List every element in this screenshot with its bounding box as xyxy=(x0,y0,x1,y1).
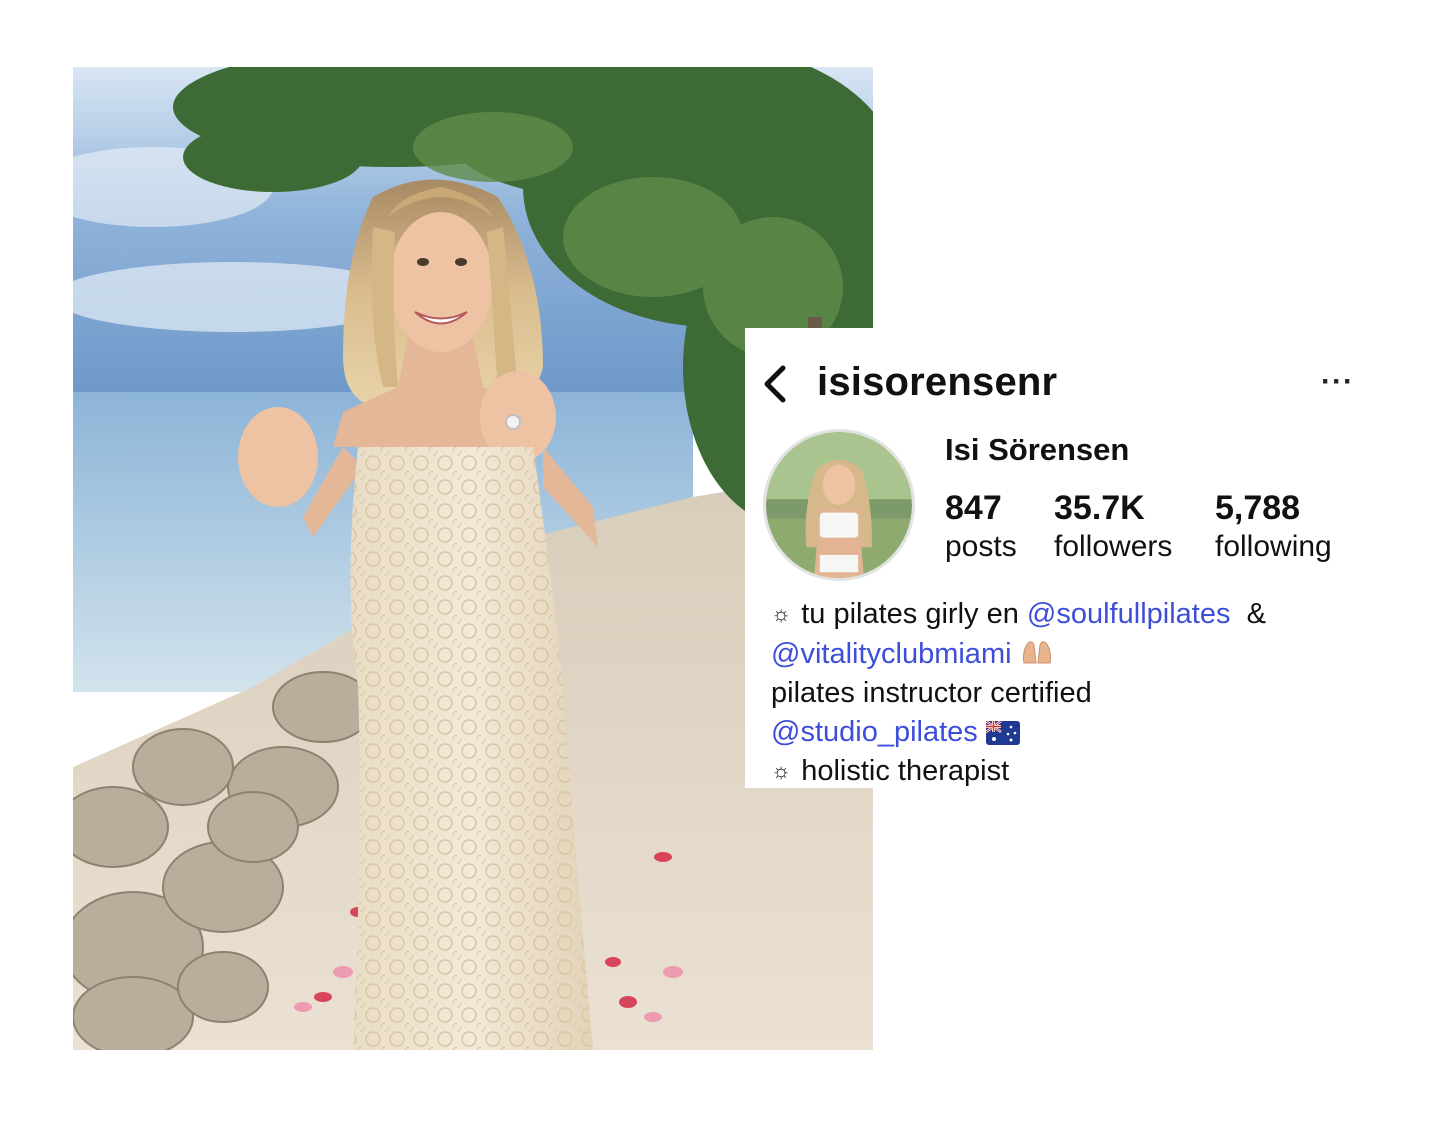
bio-line-1: ☼ tu pilates girly en @soulfullpilates & xyxy=(771,595,1361,635)
more-options-icon[interactable]: ··· xyxy=(1321,367,1354,397)
bio-line1-suffix: & xyxy=(1246,598,1266,630)
instagram-profile-card: isisorensenr ··· Isi Sörensen 847 posts … xyxy=(745,328,1365,788)
bio-line-4: @studio_pilates xyxy=(771,713,1361,752)
bio-line5-text: holistic therapist xyxy=(801,755,1010,787)
mention-soulfullpilates[interactable]: @soulfullpilates xyxy=(1027,598,1231,630)
bio-line-2: @vitalityclubmiami xyxy=(771,635,1361,674)
stat-posts-label: posts xyxy=(945,530,1017,563)
bio-line-3: pilates instructor certified xyxy=(771,677,1092,709)
mention-vitalityclubmiami[interactable]: @vitalityclubmiami xyxy=(771,638,1012,670)
stat-posts-value: 847 xyxy=(945,489,1002,527)
composite-image: isisorensenr ··· Isi Sörensen 847 posts … xyxy=(0,0,1432,1122)
stat-followers[interactable]: 35.7K followers xyxy=(1054,488,1172,566)
bio-line1-text: tu pilates girly en xyxy=(801,598,1019,630)
profile-username: isisorensenr xyxy=(817,360,1058,404)
avatar-photo xyxy=(766,432,912,578)
profile-header-bar: isisorensenr ··· xyxy=(745,328,1365,438)
stat-following[interactable]: 5,788 following xyxy=(1215,488,1332,566)
bio-line-5: ☼ holistic therapist xyxy=(771,752,1361,792)
hands-emoji-icon xyxy=(1022,641,1051,664)
profile-display-name: Isi Sörensen xyxy=(945,432,1130,467)
profile-bio: ☼ tu pilates girly en @soulfullpilates &… xyxy=(771,595,1361,792)
sun-icon: ☼ xyxy=(771,758,792,783)
stat-followers-value: 35.7K xyxy=(1054,489,1145,527)
mention-studio-pilates[interactable]: @studio_pilates xyxy=(771,716,978,748)
sun-icon: ☼ xyxy=(771,601,792,626)
avatar[interactable] xyxy=(763,429,915,581)
stat-posts[interactable]: 847 posts xyxy=(945,488,1017,566)
stat-following-value: 5,788 xyxy=(1215,489,1301,527)
stat-followers-label: followers xyxy=(1054,530,1173,563)
australia-flag-icon xyxy=(985,721,1020,745)
chevron-left-icon[interactable] xyxy=(759,362,791,406)
stat-following-label: following xyxy=(1215,530,1332,563)
